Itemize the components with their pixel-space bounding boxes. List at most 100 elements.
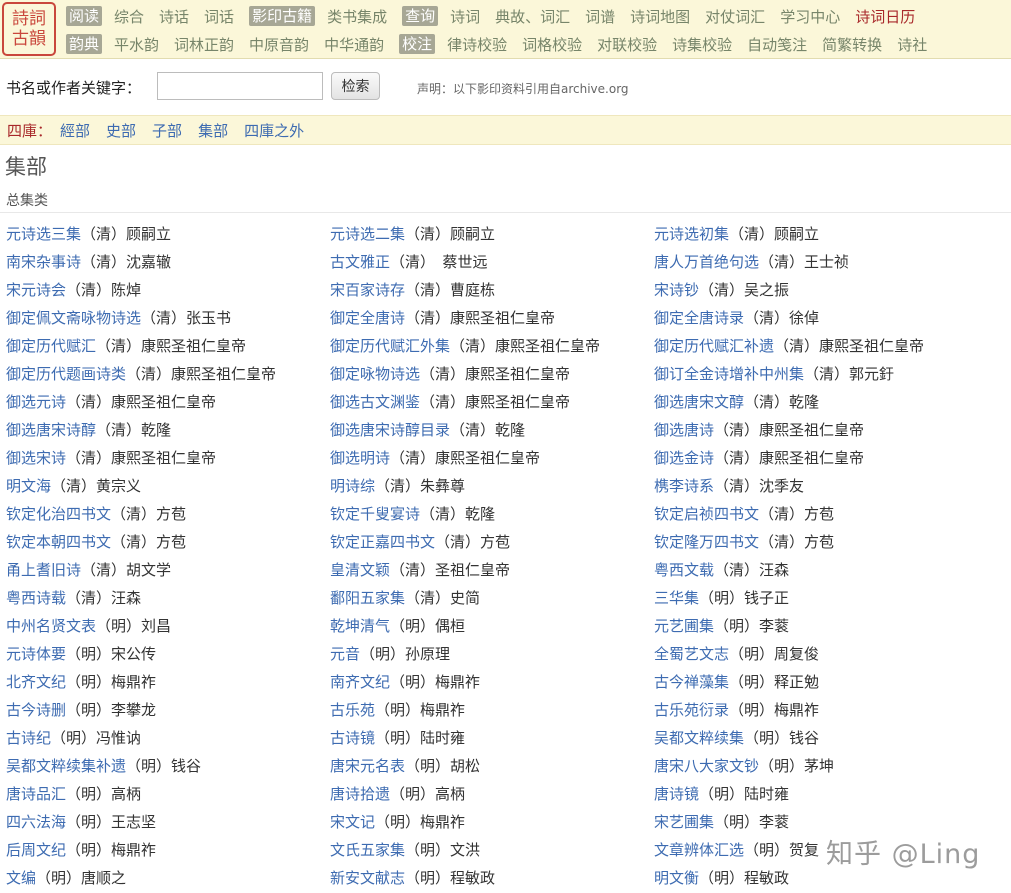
book-title-link[interactable]: 古乐苑 bbox=[330, 701, 375, 719]
book-title-link[interactable]: 中州名贤文表 bbox=[6, 617, 96, 635]
book-title-link[interactable]: 四六法海 bbox=[6, 813, 66, 831]
book-title-link[interactable]: 唐宋元名表 bbox=[330, 757, 405, 775]
book-title-link[interactable]: 元诗体要 bbox=[6, 645, 66, 663]
book-title-link[interactable]: 粤西诗载 bbox=[6, 589, 66, 607]
book-title-link[interactable]: 文氏五家集 bbox=[330, 841, 405, 859]
book-title-link[interactable]: 钦定千叟宴诗 bbox=[330, 505, 420, 523]
book-title-link[interactable]: 御定历代赋汇补遗 bbox=[654, 337, 774, 355]
book-title-link[interactable]: 元艺圃集 bbox=[654, 617, 714, 635]
book-title-link[interactable]: 新安文献志 bbox=[330, 869, 405, 887]
book-title-link[interactable]: 御选唐宋诗醇 bbox=[6, 421, 96, 439]
book-title-link[interactable]: 御定历代赋汇外集 bbox=[330, 337, 450, 355]
nav-link[interactable]: 词话 bbox=[204, 6, 234, 27]
nav-section-tag[interactable]: 影印古籍 bbox=[249, 6, 316, 26]
nav-link[interactable]: 律诗校验 bbox=[447, 34, 507, 55]
book-title-link[interactable]: 南宋杂事诗 bbox=[6, 253, 81, 271]
nav-link[interactable]: 诗词 bbox=[450, 6, 480, 27]
book-title-link[interactable]: 御选元诗 bbox=[6, 393, 66, 411]
book-title-link[interactable]: 御定历代赋汇 bbox=[6, 337, 96, 355]
nav-link[interactable]: 词格校验 bbox=[522, 34, 582, 55]
book-title-link[interactable]: 宋诗钞 bbox=[654, 281, 699, 299]
nav-link[interactable]: 学习中心 bbox=[780, 6, 840, 27]
book-title-link[interactable]: 元诗选初集 bbox=[654, 225, 729, 243]
book-title-link[interactable]: 御定佩文斋咏物诗选 bbox=[6, 309, 141, 327]
siku-link-other[interactable]: 四庫之外 bbox=[244, 120, 304, 141]
book-title-link[interactable]: 唐诗拾遗 bbox=[330, 785, 390, 803]
book-title-link[interactable]: 御选宋诗 bbox=[6, 449, 66, 467]
nav-link[interactable]: 诗社 bbox=[897, 34, 927, 55]
nav-link[interactable]: 词谱 bbox=[585, 6, 615, 27]
book-title-link[interactable]: 钦定化治四书文 bbox=[6, 505, 111, 523]
book-title-link[interactable]: 古文雅正 bbox=[330, 253, 390, 271]
book-title-link[interactable]: 元诗选三集 bbox=[6, 225, 81, 243]
book-title-link[interactable]: 御选金诗 bbox=[654, 449, 714, 467]
nav-link[interactable]: 类书集成 bbox=[327, 6, 387, 27]
book-title-link[interactable]: 后周文纪 bbox=[6, 841, 66, 859]
book-title-link[interactable]: 乾坤清气 bbox=[330, 617, 390, 635]
book-title-link[interactable]: 御选古文渊鉴 bbox=[330, 393, 420, 411]
book-title-link[interactable]: 宋百家诗存 bbox=[330, 281, 405, 299]
book-title-link[interactable]: 宋文记 bbox=[330, 813, 375, 831]
nav-link[interactable]: 平水韵 bbox=[114, 34, 159, 55]
book-title-link[interactable]: 钦定隆万四书文 bbox=[654, 533, 759, 551]
book-title-link[interactable]: 吴都文粹续集 bbox=[654, 729, 744, 747]
book-title-link[interactable]: 北齐文纪 bbox=[6, 673, 66, 691]
nav-link[interactable]: 诗话 bbox=[159, 6, 189, 27]
book-title-link[interactable]: 元诗选二集 bbox=[330, 225, 405, 243]
siku-link-ji[interactable]: 集部 bbox=[198, 120, 228, 141]
book-title-link[interactable]: 宋艺圃集 bbox=[654, 813, 714, 831]
book-title-link[interactable]: 文章辨体汇选 bbox=[654, 841, 744, 859]
book-title-link[interactable]: 明文海 bbox=[6, 477, 51, 495]
book-title-link[interactable]: 古诗纪 bbox=[6, 729, 51, 747]
nav-link[interactable]: 对联校验 bbox=[597, 34, 657, 55]
book-title-link[interactable]: 明诗综 bbox=[330, 477, 375, 495]
book-title-link[interactable]: 南齐文纪 bbox=[330, 673, 390, 691]
nav-link[interactable]: 典故、词汇 bbox=[495, 6, 570, 27]
book-title-link[interactable]: 粤西文载 bbox=[654, 561, 714, 579]
nav-link[interactable]: 简繁转换 bbox=[822, 34, 882, 55]
nav-link[interactable]: 诗词日历 bbox=[855, 6, 915, 27]
search-input[interactable] bbox=[157, 72, 323, 100]
book-title-link[interactable]: 御订全金诗增补中州集 bbox=[654, 365, 804, 383]
nav-section-tag[interactable]: 校注 bbox=[399, 34, 436, 54]
book-title-link[interactable]: 明文衡 bbox=[654, 869, 699, 887]
nav-link[interactable]: 词林正韵 bbox=[174, 34, 234, 55]
book-title-link[interactable]: 古今禅藻集 bbox=[654, 673, 729, 691]
book-title-link[interactable]: 三华集 bbox=[654, 589, 699, 607]
book-title-link[interactable]: 御定全唐诗录 bbox=[654, 309, 744, 327]
book-title-link[interactable]: 钦定本朝四书文 bbox=[6, 533, 111, 551]
nav-link[interactable]: 中原音韵 bbox=[249, 34, 309, 55]
book-title-link[interactable]: 唐人万首绝句选 bbox=[654, 253, 759, 271]
nav-link[interactable]: 自动笺注 bbox=[747, 34, 807, 55]
book-title-link[interactable]: 御定全唐诗 bbox=[330, 309, 405, 327]
book-title-link[interactable]: 唐诗镜 bbox=[654, 785, 699, 803]
book-title-link[interactable]: 御定历代题画诗类 bbox=[6, 365, 126, 383]
nav-link[interactable]: 综合 bbox=[114, 6, 144, 27]
book-title-link[interactable]: 文编 bbox=[6, 869, 36, 887]
book-title-link[interactable]: 古今诗删 bbox=[6, 701, 66, 719]
book-title-link[interactable]: 全蜀艺文志 bbox=[654, 645, 729, 663]
siku-link-zi[interactable]: 子部 bbox=[152, 120, 182, 141]
book-title-link[interactable]: 鄱阳五家集 bbox=[330, 589, 405, 607]
site-logo[interactable]: 詩詞 古韻 bbox=[2, 2, 56, 56]
nav-link[interactable]: 中华通韵 bbox=[324, 34, 384, 55]
book-title-link[interactable]: 御选唐宋文醇 bbox=[654, 393, 744, 411]
book-title-link[interactable]: 古乐苑衍录 bbox=[654, 701, 729, 719]
book-title-link[interactable]: 御定咏物诗选 bbox=[330, 365, 420, 383]
book-title-link[interactable]: 皇清文颖 bbox=[330, 561, 390, 579]
nav-link[interactable]: 对仗词汇 bbox=[705, 6, 765, 27]
book-title-link[interactable]: 甬上耆旧诗 bbox=[6, 561, 81, 579]
search-button[interactable]: 检索 bbox=[331, 72, 380, 100]
book-title-link[interactable]: 钦定启祯四书文 bbox=[654, 505, 759, 523]
book-title-link[interactable]: 御选唐宋诗醇目录 bbox=[330, 421, 450, 439]
book-title-link[interactable]: 唐宋八大家文钞 bbox=[654, 757, 759, 775]
book-title-link[interactable]: 唐诗品汇 bbox=[6, 785, 66, 803]
siku-link-shi[interactable]: 史部 bbox=[106, 120, 136, 141]
nav-link[interactable]: 诗集校验 bbox=[672, 34, 732, 55]
nav-link[interactable]: 诗词地图 bbox=[630, 6, 690, 27]
nav-section-tag[interactable]: 韵典 bbox=[66, 34, 103, 54]
nav-section-tag[interactable]: 阅读 bbox=[66, 6, 103, 26]
nav-section-tag[interactable]: 查询 bbox=[402, 6, 439, 26]
book-title-link[interactable]: 古诗镜 bbox=[330, 729, 375, 747]
book-title-link[interactable]: 钦定正嘉四书文 bbox=[330, 533, 435, 551]
